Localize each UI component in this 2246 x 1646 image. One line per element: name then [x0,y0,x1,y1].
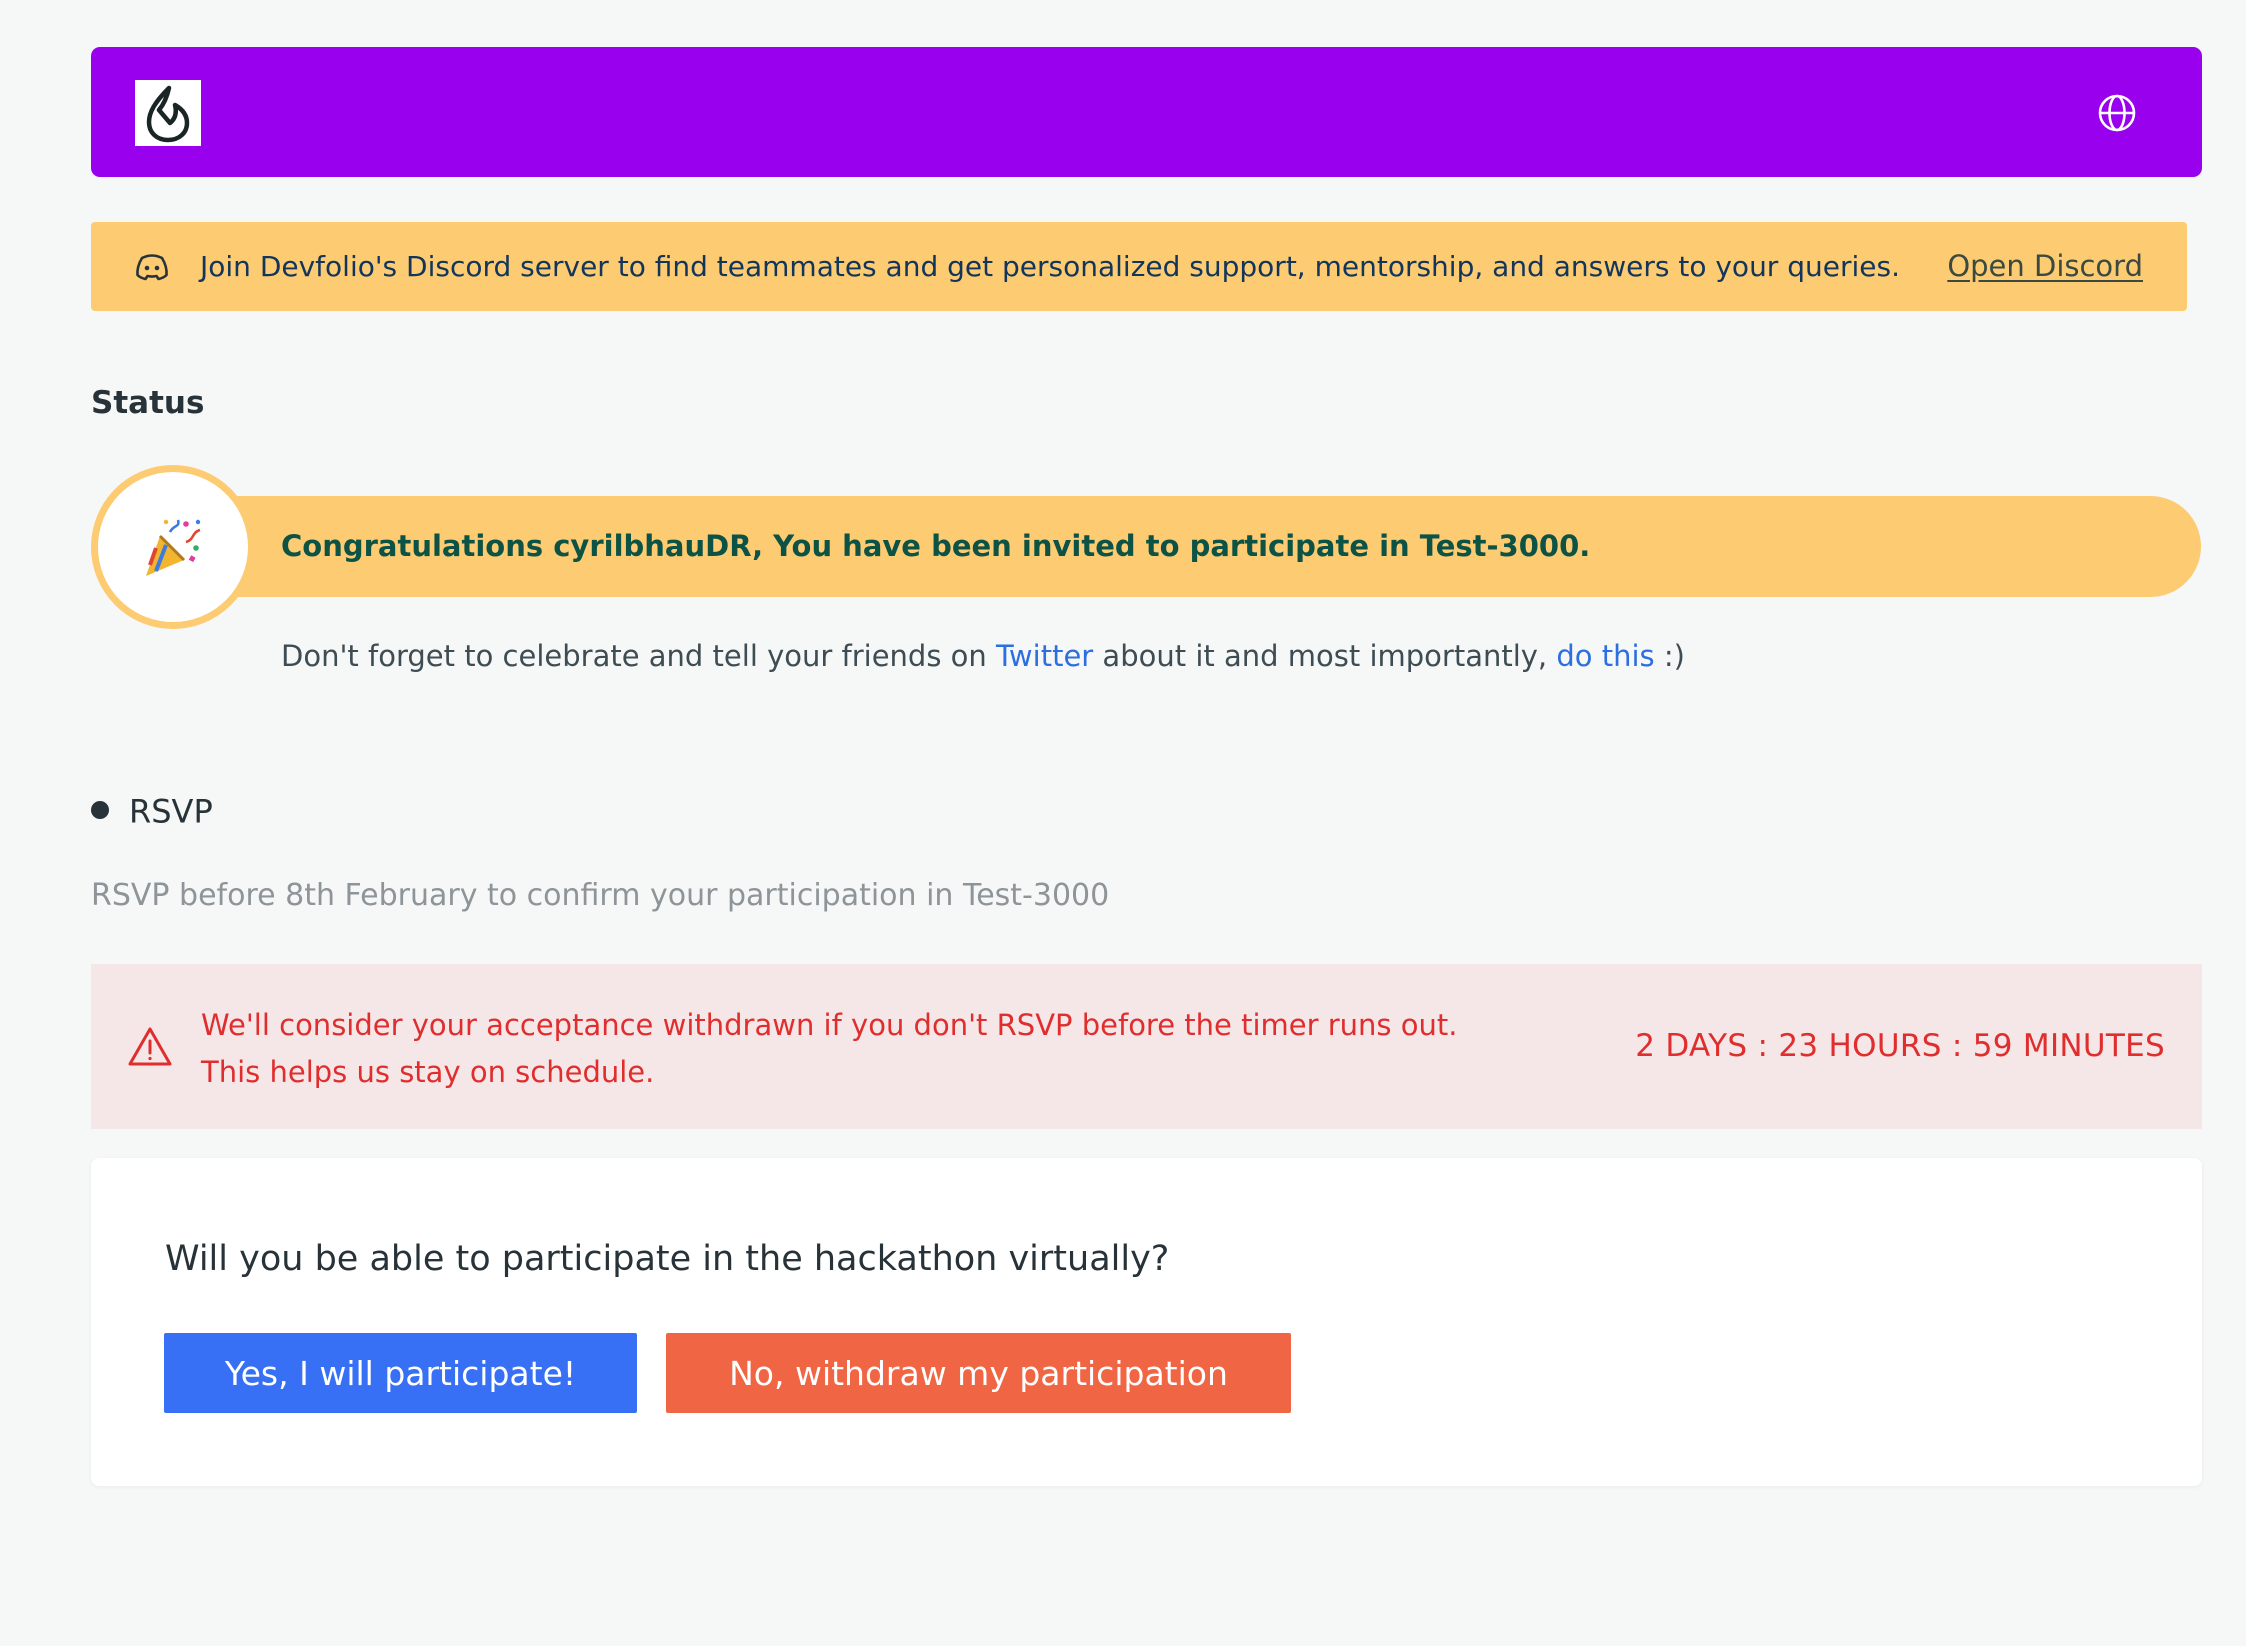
discord-banner: Join Devfolio's Discord server to find t… [91,222,2187,311]
invite-status-bar: Congratulations cyrilbhauDR, You have be… [135,496,2201,597]
rsvp-step: RSVP [91,788,213,834]
globe-icon[interactable] [2096,92,2138,134]
step-bullet-icon [91,800,109,819]
party-popper-icon [146,519,201,576]
participation-question: Will you be able to participate in the h… [165,1239,1170,1279]
status-badge [91,465,255,629]
participation-question-card: Will you be able to participate in the h… [91,1158,2202,1486]
withdraw-participation-button[interactable]: No, withdraw my participation [666,1333,1291,1413]
warning-line-1: We'll consider your acceptance withdrawn… [201,1008,1458,1042]
countdown-timer: 2 DAYS : 23 HOURS : 59 MINUTES [1635,1028,2165,1064]
rsvp-step-label: RSVP [129,792,213,831]
warning-triangle-icon [127,1024,173,1070]
celebrate-text-middle: about it and most importantly, [1093,639,1557,673]
twitter-link[interactable]: Twitter [996,639,1093,673]
do-this-link[interactable]: do this [1556,639,1654,673]
celebrate-message: Don't forget to celebrate and tell your … [281,636,1685,676]
discord-banner-message: Join Devfolio's Discord server to find t… [200,250,1900,283]
invite-message: Congratulations cyrilbhauDR, You have be… [281,529,1591,563]
status-heading: Status [91,385,205,421]
yes-participate-button[interactable]: Yes, I will participate! [164,1333,637,1413]
open-discord-link[interactable]: Open Discord [1947,222,2143,311]
top-header [91,47,2202,177]
devfolio-drop-logo-icon[interactable] [135,80,201,146]
celebrate-text-end: :) [1654,639,1685,673]
celebrate-text-start: Don't forget to celebrate and tell your … [281,639,997,673]
warning-message: We'll consider your acceptance withdrawn… [201,1002,1457,1096]
rsvp-deadline-text: RSVP before 8th February to confirm your… [91,878,1110,913]
rsvp-warning-alert: We'll consider your acceptance withdrawn… [91,964,2202,1129]
warning-line-2: This helps us stay on schedule. [201,1055,655,1089]
discord-icon [133,248,171,286]
